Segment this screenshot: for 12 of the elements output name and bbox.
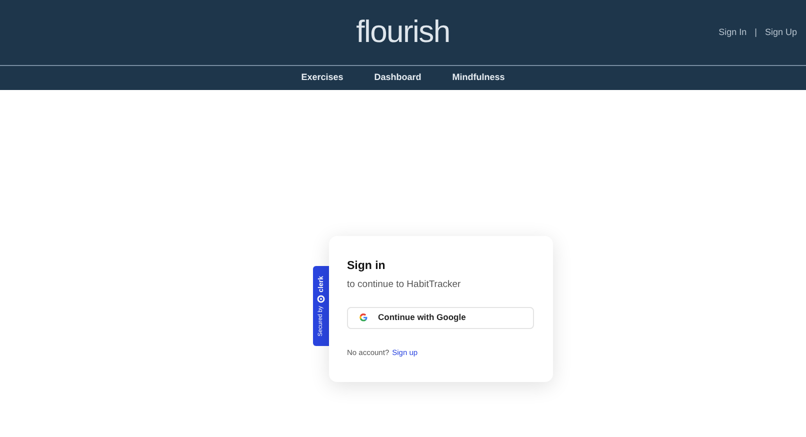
- nav-link[interactable]: Mindfulness: [452, 71, 505, 85]
- sign-up-link[interactable]: Sign Up: [764, 26, 797, 40]
- clerk-logo-icon: [317, 295, 325, 303]
- nav-link[interactable]: Exercises: [301, 71, 344, 85]
- card-title: Sign in: [347, 259, 386, 274]
- logo[interactable]: flourish: [356, 9, 450, 56]
- sign-in-link[interactable]: Sign In: [718, 26, 747, 40]
- separator: |: [754, 26, 757, 39]
- google-icon: [359, 313, 368, 322]
- nav-link[interactable]: Dashboard: [374, 71, 422, 85]
- card-subtitle: to continue to HabitTracker: [347, 278, 462, 292]
- google-button[interactable]: Continue with Google: [347, 306, 534, 328]
